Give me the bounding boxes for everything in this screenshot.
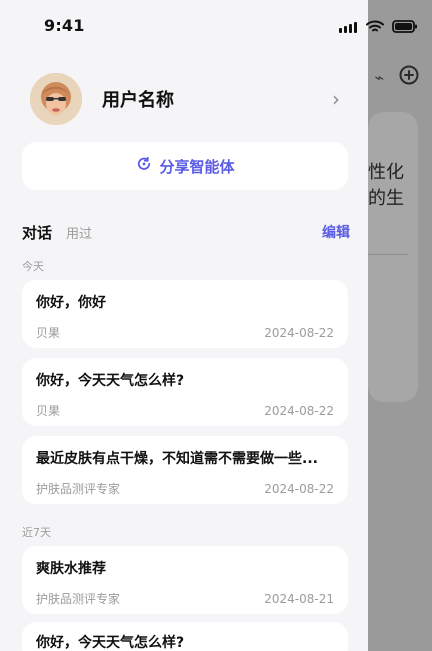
share-agent-button[interactable]: 分享智能体 (22, 142, 348, 190)
conversation-date: 2024-08-21 (264, 591, 334, 606)
conversation-title: 你好，今天天气怎么样? (36, 635, 185, 651)
battery-icon (392, 18, 418, 37)
background-card-text-line-2: 的生 (368, 188, 404, 209)
tab-conversations[interactable]: 对话 (22, 222, 52, 243)
conversation-source: 贝果 (36, 404, 61, 418)
conversation-meta: 贝果 2024-08-22 (36, 324, 334, 341)
background-partial-icon: ⌁ (374, 68, 384, 87)
conversation-meta: 贝果 2024-08-22 (36, 402, 334, 419)
signal-icon (338, 18, 358, 37)
conversation-card[interactable]: 你好，今天天气怎么样? (22, 622, 348, 651)
share-icon (135, 155, 153, 177)
conversation-title: 你好，你好 (36, 295, 106, 311)
profile-row[interactable]: 用户名称 › (30, 70, 350, 128)
section-label-today: 今天 (22, 260, 44, 273)
side-drawer: 用户名称 › 分享智能体 对话 用过 编辑 今天 你好，你好 贝果 2024-0… (0, 0, 368, 651)
background-card-text-line-1: 性化 (368, 162, 404, 183)
share-agent-label: 分享智能体 (159, 157, 235, 176)
wifi-icon (366, 18, 384, 37)
conversation-source: 护肤品测评专家 (36, 592, 121, 606)
conversation-date: 2024-08-22 (264, 403, 334, 418)
plus-circle-icon[interactable] (398, 64, 420, 91)
conversation-title: 你好，今天天气怎么样? (36, 373, 185, 389)
edit-button[interactable]: 编辑 (322, 222, 350, 242)
conversation-title: 最近皮肤有点干燥，不知道需不需要做一些... (36, 451, 318, 467)
tab-used[interactable]: 用过 (66, 223, 92, 242)
user-name: 用户名称 (102, 90, 174, 111)
conversation-title: 爽肤水推荐 (36, 561, 106, 577)
chevron-right-icon: › (332, 87, 340, 111)
conversation-card[interactable]: 你好，你好 贝果 2024-08-22 (22, 280, 348, 348)
conversation-meta: 护肤品测评专家 2024-08-22 (36, 480, 334, 497)
background-card-text: 性化 的生 (368, 160, 412, 212)
conversation-source: 贝果 (36, 326, 61, 340)
conversation-card[interactable]: 你好，今天天气怎么样? 贝果 2024-08-22 (22, 358, 348, 426)
status-bar: 9:41 (0, 0, 432, 48)
conversation-meta: 护肤品测评专家 2024-08-21 (36, 590, 334, 607)
conversation-card[interactable]: 爽肤水推荐 护肤品测评专家 2024-08-21 (22, 546, 348, 614)
avatar[interactable] (30, 73, 82, 125)
status-time: 9:41 (44, 16, 85, 35)
status-icons (338, 18, 418, 37)
conversation-card[interactable]: 最近皮肤有点干燥，不知道需不需要做一些... 护肤品测评专家 2024-08-2… (22, 436, 348, 504)
conversation-source: 护肤品测评专家 (36, 482, 121, 496)
background-divider (368, 254, 408, 255)
conversation-date: 2024-08-22 (264, 481, 334, 496)
conversation-tabs: 对话 用过 编辑 (22, 220, 350, 244)
section-label-last-7-days: 近7天 (22, 526, 51, 539)
background-card: 性化 的生 (368, 112, 418, 402)
background-toolbar: ⌁ (374, 64, 420, 91)
conversation-date: 2024-08-22 (264, 325, 334, 340)
